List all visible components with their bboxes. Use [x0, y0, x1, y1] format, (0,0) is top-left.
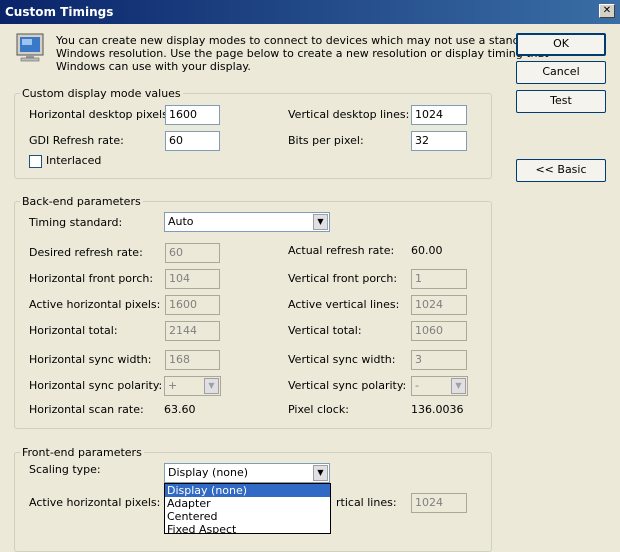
- actual-refresh-value: 60.00: [411, 244, 443, 257]
- actual-refresh-label: Actual refresh rate:: [288, 244, 395, 257]
- bits-per-pixel-label: Bits per pixel:: [288, 134, 364, 147]
- test-button[interactable]: Test: [516, 90, 606, 113]
- scaling-type-select[interactable]: Display (none) ▼: [164, 463, 330, 483]
- v-sync-polarity-label: Vertical sync polarity:: [288, 379, 407, 392]
- h-desktop-pixels-input[interactable]: 1600: [165, 105, 220, 125]
- scaling-type-value: Display (none): [168, 466, 249, 479]
- frontend-active-h-label: Active horizontal pixels:: [29, 496, 161, 509]
- title-bar: Custom Timings ✕: [0, 0, 620, 24]
- v-desktop-lines-input[interactable]: 1024: [411, 105, 467, 125]
- timing-standard-select[interactable]: Auto ▼: [164, 212, 330, 232]
- window-title: Custom Timings: [5, 5, 114, 19]
- gdi-refresh-label: GDI Refresh rate:: [29, 134, 124, 147]
- h-scan-rate-value: 63.60: [164, 403, 196, 416]
- active-h-pixels-label: Active horizontal pixels:: [29, 298, 161, 311]
- timing-standard-value: Auto: [168, 215, 194, 228]
- h-desktop-pixels-label: Horizontal desktop pixels:: [29, 108, 172, 121]
- h-sync-width-input: 168: [165, 350, 220, 370]
- active-v-lines-label: Active vertical lines:: [288, 298, 400, 311]
- backend-group-title: Back-end parameters: [20, 195, 143, 208]
- basic-button[interactable]: << Basic: [516, 159, 606, 182]
- interlaced-label: Interlaced: [46, 154, 102, 167]
- v-sync-width-input: 3: [411, 350, 467, 370]
- h-sync-polarity-value: +: [168, 379, 178, 392]
- intro-line-1: You can create new display modes to conn…: [56, 34, 538, 47]
- close-icon: ✕: [602, 5, 612, 16]
- chevron-down-icon: ▼: [313, 465, 328, 481]
- scaling-type-label: Scaling type:: [29, 463, 101, 476]
- chevron-down-icon: ▼: [313, 214, 328, 230]
- timing-standard-label: Timing standard:: [29, 216, 123, 229]
- cancel-button[interactable]: Cancel: [516, 61, 606, 84]
- h-sync-polarity-select: + ▼: [164, 376, 221, 396]
- v-total-input: 1060: [411, 321, 467, 341]
- active-v-lines-input: 1024: [411, 295, 467, 315]
- scaling-option-adapter[interactable]: Adapter: [165, 497, 330, 510]
- v-front-porch-input: 1: [411, 269, 467, 289]
- frontend-active-v-input: 1024: [411, 493, 467, 513]
- pixel-clock-value: 136.0036: [411, 403, 464, 416]
- h-total-label: Horizontal total:: [29, 324, 118, 337]
- v-desktop-lines-label: Vertical desktop lines:: [288, 108, 410, 121]
- frontend-active-v-label: rtical lines:: [336, 496, 397, 509]
- frontend-group-title: Front-end parameters: [20, 446, 144, 459]
- close-button[interactable]: ✕: [599, 4, 615, 18]
- chevron-down-icon: ▼: [204, 378, 219, 394]
- h-scan-rate-label: Horizontal scan rate:: [29, 403, 144, 416]
- h-total-input: 2144: [165, 321, 220, 341]
- bits-per-pixel-input[interactable]: 32: [411, 131, 467, 151]
- v-sync-width-label: Vertical sync width:: [288, 353, 396, 366]
- custom-timings-dialog: Custom Timings ✕ You can create new disp…: [0, 0, 620, 552]
- v-sync-polarity-value: -: [415, 379, 419, 392]
- scaling-option-display-none[interactable]: Display (none): [165, 484, 330, 497]
- custom-mode-group-title: Custom display mode values: [20, 87, 183, 100]
- h-front-porch-label: Horizontal front porch:: [29, 272, 154, 285]
- scaling-option-centered[interactable]: Centered: [165, 510, 330, 523]
- pixel-clock-label: Pixel clock:: [288, 403, 349, 416]
- interlaced-checkbox[interactable]: [29, 155, 42, 168]
- v-front-porch-label: Vertical front porch:: [288, 272, 398, 285]
- h-front-porch-input: 104: [165, 269, 220, 289]
- desired-refresh-input: 60: [165, 243, 220, 263]
- ok-button[interactable]: OK: [516, 33, 606, 56]
- v-sync-polarity-select: - ▼: [411, 376, 468, 396]
- gdi-refresh-input[interactable]: 60: [165, 131, 220, 151]
- intro-line-3: Windows can use with your display.: [56, 60, 251, 73]
- intro-line-2: Windows resolution. Use the page below t…: [56, 47, 549, 60]
- scaling-type-dropdown-list: Display (none) Adapter Centered Fixed As…: [164, 483, 331, 534]
- active-h-pixels-input: 1600: [165, 295, 220, 315]
- chevron-down-icon: ▼: [451, 378, 466, 394]
- desired-refresh-label: Desired refresh rate:: [29, 246, 143, 259]
- v-total-label: Vertical total:: [288, 324, 362, 337]
- monitor-icon: [16, 33, 44, 62]
- h-sync-polarity-label: Horizontal sync polarity:: [29, 379, 163, 392]
- scaling-option-fixed-aspect[interactable]: Fixed Aspect: [165, 523, 330, 533]
- h-sync-width-label: Horizontal sync width:: [29, 353, 152, 366]
